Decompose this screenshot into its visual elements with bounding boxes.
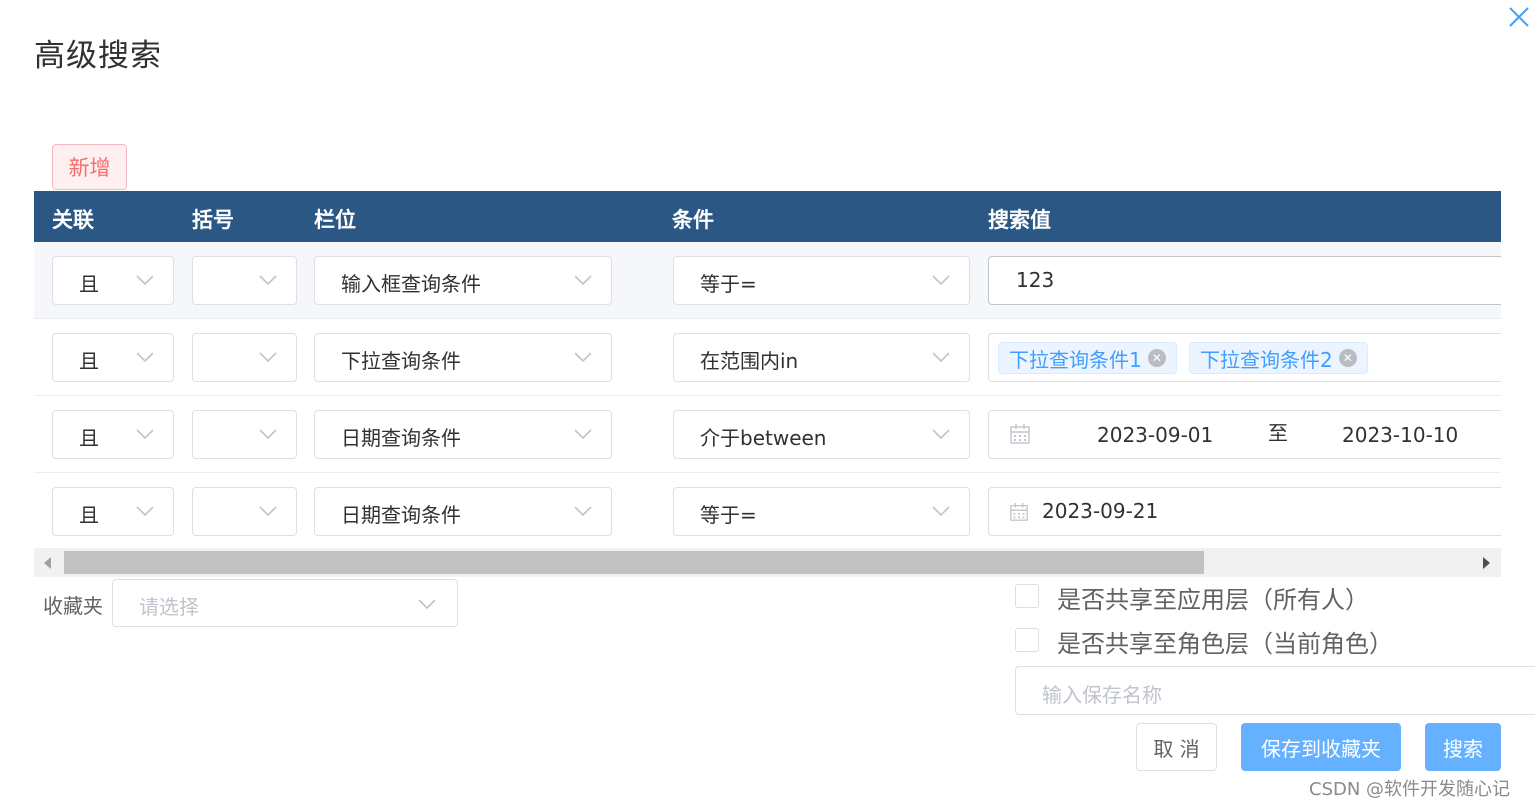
chevron-down-icon [259, 352, 277, 363]
chevron-down-icon [932, 352, 950, 363]
save-to-favorites-button[interactable]: 保存到收藏夹 [1241, 723, 1401, 771]
calendar-icon [1010, 502, 1028, 521]
save-name-input[interactable]: 输入保存名称 [1015, 666, 1535, 715]
header-relation: 关联 [52, 208, 94, 232]
header-bracket: 括号 [192, 208, 234, 232]
chevron-down-icon [574, 429, 592, 440]
add-button[interactable]: 新增 [52, 144, 127, 190]
relation-select[interactable]: 且 [52, 410, 174, 459]
chevron-down-icon [932, 275, 950, 286]
calendar-icon [1010, 424, 1030, 444]
bracket-select[interactable] [192, 333, 297, 382]
chevron-down-icon [259, 429, 277, 440]
field-select[interactable]: 日期查询条件 [314, 410, 612, 459]
header-search-value: 搜索值 [988, 208, 1051, 232]
condition-select[interactable]: 在范围内in [673, 333, 970, 382]
close-icon[interactable] [1506, 4, 1532, 30]
chevron-down-icon [932, 506, 950, 517]
table-header: 关联 括号 栏位 条件 搜索值 [34, 191, 1501, 242]
watermark: CSDN @软件开发随心记 [1309, 779, 1511, 800]
range-start[interactable]: 2023-09-01 [1097, 423, 1213, 447]
chevron-down-icon [136, 429, 154, 440]
table-row: 且 日期查询条件 介于between 2023-09-01 至 2023-10-… [34, 396, 1501, 473]
range-end[interactable]: 2023-10-10 [1342, 423, 1458, 447]
selected-tag: 下拉查询条件1 ✕ [998, 342, 1177, 374]
chevron-down-icon [932, 429, 950, 440]
bracket-select[interactable] [192, 487, 297, 536]
cancel-button[interactable]: 取 消 [1136, 723, 1217, 771]
table-row: 且 下拉查询条件 在范围内in 下拉查询条件1 ✕ 下拉查询条件2 ✕ [34, 319, 1501, 396]
condition-select[interactable]: 等于= [673, 256, 970, 305]
field-select[interactable]: 输入框查询条件 [314, 256, 612, 305]
chevron-down-icon [136, 506, 154, 517]
search-button[interactable]: 搜索 [1425, 723, 1501, 771]
favorites-select[interactable]: 请选择 [112, 579, 458, 627]
header-field: 栏位 [314, 208, 356, 232]
chevron-down-icon [574, 275, 592, 286]
search-value-multiselect[interactable]: 下拉查询条件1 ✕ 下拉查询条件2 ✕ [988, 333, 1501, 382]
relation-select[interactable]: 且 [52, 487, 174, 536]
scroll-left-icon[interactable] [44, 557, 51, 569]
date-range-picker[interactable]: 2023-09-01 至 2023-10-10 [988, 410, 1501, 459]
bracket-select[interactable] [192, 410, 297, 459]
chevron-down-icon [136, 352, 154, 363]
chevron-down-icon [136, 275, 154, 286]
field-select[interactable]: 日期查询条件 [314, 487, 612, 536]
header-condition: 条件 [672, 208, 714, 232]
selected-tag: 下拉查询条件2 ✕ [1189, 342, 1368, 374]
relation-select[interactable]: 且 [52, 256, 174, 305]
favorites-label: 收藏夹 [43, 594, 103, 618]
relation-select[interactable]: 且 [52, 333, 174, 382]
table-row: 且 日期查询条件 等于= 2023-09-21 [34, 473, 1501, 550]
share-role-checkbox[interactable] [1015, 628, 1039, 652]
chevron-down-icon [574, 506, 592, 517]
bracket-select[interactable] [192, 256, 297, 305]
share-role-label: 是否共享至角色层（当前角色） [1057, 630, 1393, 658]
chevron-down-icon [259, 275, 277, 286]
condition-select[interactable]: 介于between [673, 410, 970, 459]
search-value-input[interactable]: 123 [988, 256, 1501, 305]
scrollbar-thumb[interactable] [64, 551, 1204, 574]
range-separator: 至 [1268, 421, 1288, 445]
horizontal-scrollbar[interactable] [34, 548, 1501, 577]
chevron-down-icon [418, 599, 436, 610]
tag-close-icon[interactable]: ✕ [1338, 349, 1357, 367]
field-select[interactable]: 下拉查询条件 [314, 333, 612, 382]
share-app-label: 是否共享至应用层（所有人） [1057, 586, 1369, 614]
dialog-title: 高级搜索 [34, 38, 162, 74]
scroll-right-icon[interactable] [1483, 557, 1490, 569]
chevron-down-icon [259, 506, 277, 517]
date-picker[interactable]: 2023-09-21 [988, 487, 1501, 536]
table-row: 且 输入框查询条件 等于= 123 [34, 242, 1501, 319]
share-app-checkbox[interactable] [1015, 584, 1039, 608]
tag-close-icon[interactable]: ✕ [1147, 349, 1166, 367]
chevron-down-icon [574, 352, 592, 363]
condition-select[interactable]: 等于= [673, 487, 970, 536]
